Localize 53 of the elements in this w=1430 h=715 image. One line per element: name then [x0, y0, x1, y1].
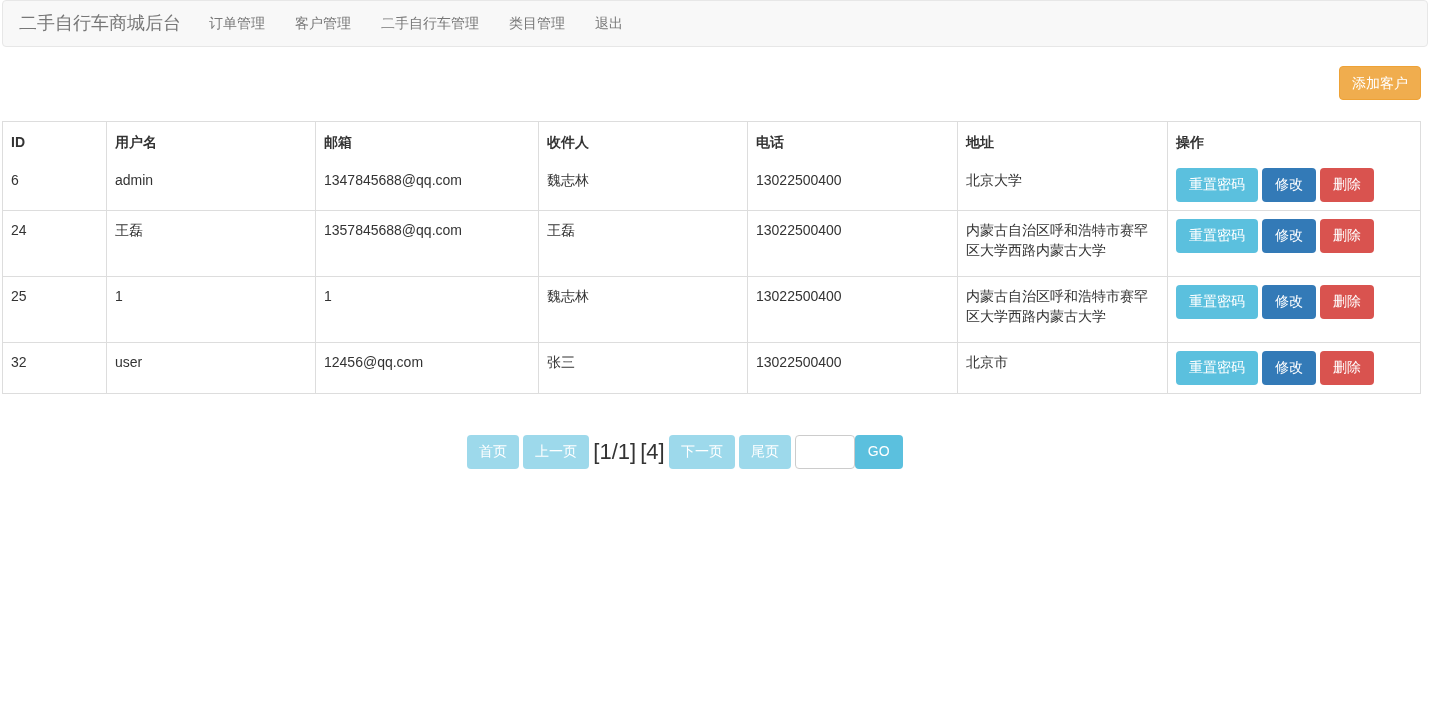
delete-button[interactable]: 删除: [1320, 167, 1374, 202]
table-cell: 北京大学: [966, 171, 1022, 188]
edit-button[interactable]: 修改: [1262, 284, 1316, 319]
table-cell: 1357845688@qq.com: [324, 221, 462, 238]
edit-button[interactable]: 修改: [1262, 167, 1316, 202]
table-cell: 内蒙古自治区呼和浩特市赛罕区大学西路内蒙古大学: [966, 287, 1148, 324]
nav-link[interactable]: 订单管理: [209, 13, 265, 34]
delete-button[interactable]: 删除: [1320, 284, 1374, 319]
table-cell: user: [115, 353, 143, 370]
total-count: [4]: [640, 438, 665, 466]
nav-link[interactable]: 类目管理: [509, 13, 565, 34]
nav-link[interactable]: 二手自行车管理: [381, 13, 479, 34]
table-cell: 内蒙古自治区呼和浩特市赛罕区大学西路内蒙古大学: [966, 221, 1148, 258]
column-header: 用户名: [115, 134, 157, 150]
column-header: ID: [11, 134, 25, 150]
table-cell: 1347845688@qq.com: [324, 171, 462, 188]
table-cell: 魏志林: [547, 287, 589, 304]
page-info: [1/1]: [593, 438, 637, 466]
table-cell: 13022500400: [756, 353, 842, 370]
column-header: 邮箱: [324, 134, 352, 150]
table-cell: 魏志林: [547, 171, 589, 188]
table-cell: 12456@qq.com: [324, 353, 424, 370]
table-cell: admin: [115, 171, 154, 188]
reset-password-button[interactable]: 重置密码: [1176, 218, 1258, 253]
reset-password-button[interactable]: 重置密码: [1176, 350, 1258, 385]
nav-link[interactable]: 退出: [595, 13, 623, 34]
table-cell: 张三: [547, 353, 575, 370]
table-cell: 王磊: [115, 221, 143, 238]
table-cell: 1: [115, 287, 123, 304]
reset-password-button[interactable]: 重置密码: [1176, 167, 1258, 202]
page-input-field[interactable]: [794, 434, 855, 469]
table-cell: 13022500400: [756, 171, 842, 188]
nav-link[interactable]: 客户管理: [295, 13, 351, 34]
edit-button[interactable]: 修改: [1262, 218, 1316, 253]
delete-button[interactable]: 删除: [1320, 218, 1374, 253]
column-header: 收件人: [547, 134, 589, 150]
table-cell: 北京市: [966, 353, 1008, 370]
delete-button[interactable]: 删除: [1320, 350, 1374, 385]
table-cell: 13022500400: [756, 287, 842, 304]
reset-password-button[interactable]: 重置密码: [1176, 284, 1258, 319]
table-cell: 1: [324, 287, 332, 304]
column-header: 电话: [756, 134, 784, 150]
column-header: 地址: [966, 134, 994, 150]
column-header: 操作: [1176, 134, 1204, 150]
brand-title[interactable]: 二手自行车商城后台: [19, 10, 181, 37]
go-button[interactable]: GO: [854, 434, 903, 469]
table-cell: 24: [11, 221, 27, 238]
table-cell: 王磊: [547, 221, 575, 238]
table-cell: 32: [11, 353, 27, 370]
table-cell: 13022500400: [756, 221, 842, 238]
table-cell: 25: [11, 287, 27, 304]
table-cell: 6: [11, 171, 19, 188]
edit-button[interactable]: 修改: [1262, 350, 1316, 385]
